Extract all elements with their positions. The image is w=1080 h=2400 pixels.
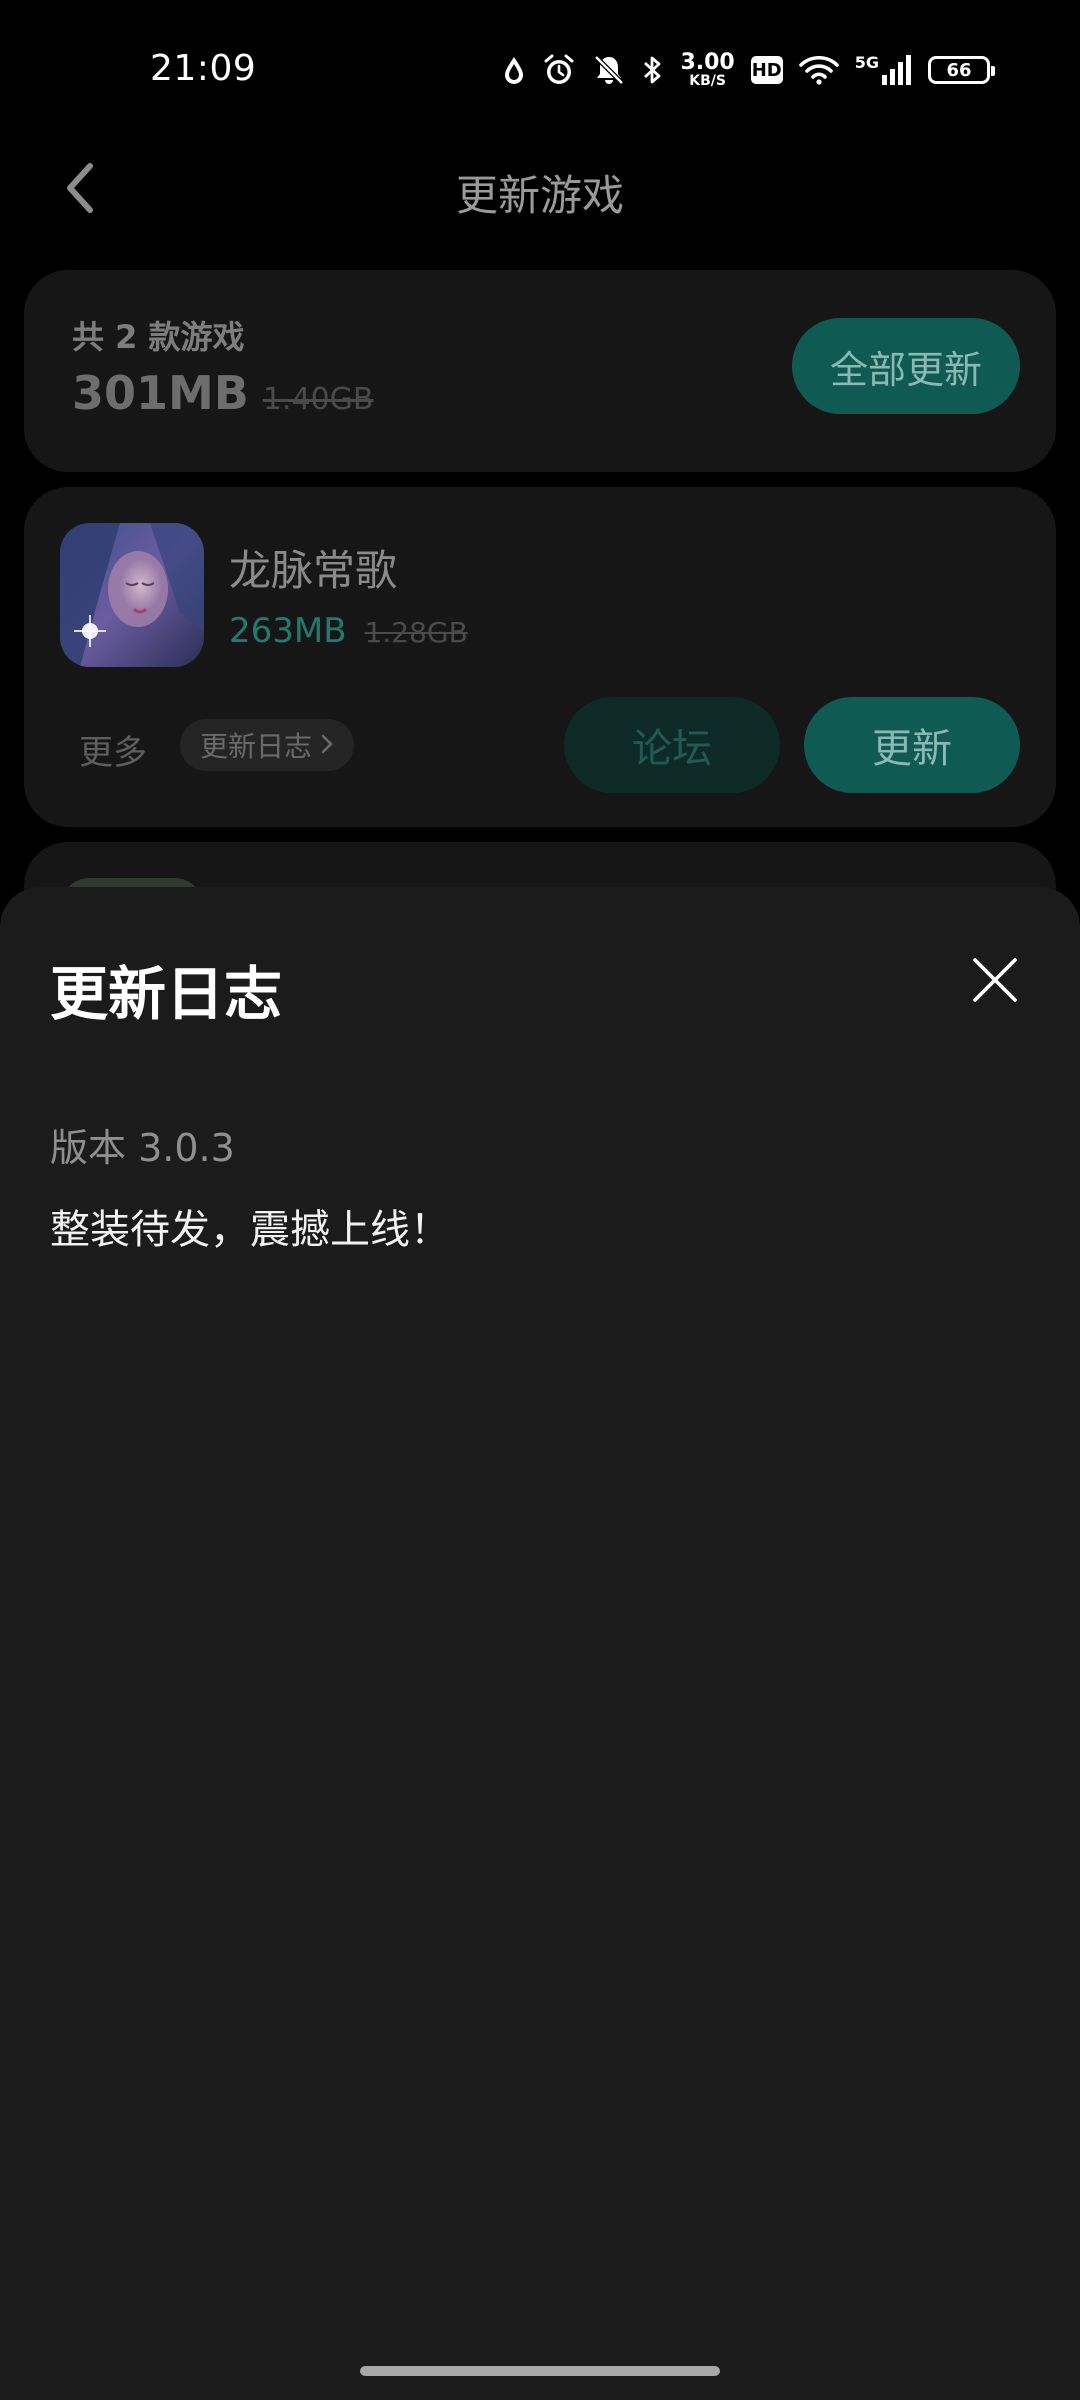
mute-icon xyxy=(592,53,626,87)
game-icon[interactable] xyxy=(60,523,204,667)
battery-indicator: 66 xyxy=(928,56,995,84)
close-button[interactable] xyxy=(960,947,1030,1017)
signal-icon: 5G xyxy=(855,53,912,85)
changelog-label: 更新日志 xyxy=(200,730,313,763)
game-original-size: 1.28GB xyxy=(364,616,468,649)
header: 更新游戏 xyxy=(0,140,1080,240)
forum-button[interactable]: 论坛 xyxy=(564,697,780,793)
close-icon xyxy=(972,957,1018,1007)
game-download-size: 263MB xyxy=(229,611,347,651)
drop-icon xyxy=(502,55,526,85)
alarm-icon xyxy=(542,53,576,87)
wifi-icon xyxy=(798,55,839,85)
home-indicator[interactable] xyxy=(360,2366,720,2376)
sheet-title: 更新日志 xyxy=(50,960,283,1028)
total-download-size: 301MB xyxy=(72,366,249,420)
changelog-sheet: 更新日志 版本 3.0.3 整装待发，震撼上线！ xyxy=(0,887,1080,2400)
update-button[interactable]: 更新 xyxy=(804,697,1020,793)
bluetooth-icon xyxy=(642,53,664,87)
hd-badge: HD xyxy=(750,56,783,84)
changelog-button[interactable]: 更新日志 xyxy=(180,719,355,771)
update-all-button[interactable]: 全部更新 xyxy=(792,318,1020,414)
game-name: 龙脉常歌 xyxy=(229,546,398,595)
summary-size-row: 301MB 1.40GB xyxy=(72,366,373,420)
summary-card: 共 2 款游戏 301MB 1.40GB 全部更新 xyxy=(24,270,1056,472)
original-total-size: 1.40GB xyxy=(262,382,374,417)
game-card: 龙脉常歌 263MB 1.28GB 更多 更新日志 论坛 更新 xyxy=(24,487,1056,827)
status-icons: 3.00 KB/S HD 5G 66 xyxy=(502,48,995,92)
network-speed: 3.00 KB/S xyxy=(680,50,735,89)
chevron-right-icon xyxy=(320,729,334,762)
status-bar: 21:09 3.00 KB/S HD 5G 66 xyxy=(0,0,1080,140)
changelog-content: 整装待发，震撼上线！ xyxy=(50,1207,450,1253)
more-button[interactable]: 更多 xyxy=(79,725,147,774)
version-label: 版本 3.0.3 xyxy=(50,1126,235,1170)
games-count: 共 2 款游戏 xyxy=(72,318,245,356)
status-time: 21:09 xyxy=(150,48,257,89)
page-title: 更新游戏 xyxy=(455,171,624,220)
game-size-row: 263MB 1.28GB xyxy=(229,611,468,651)
